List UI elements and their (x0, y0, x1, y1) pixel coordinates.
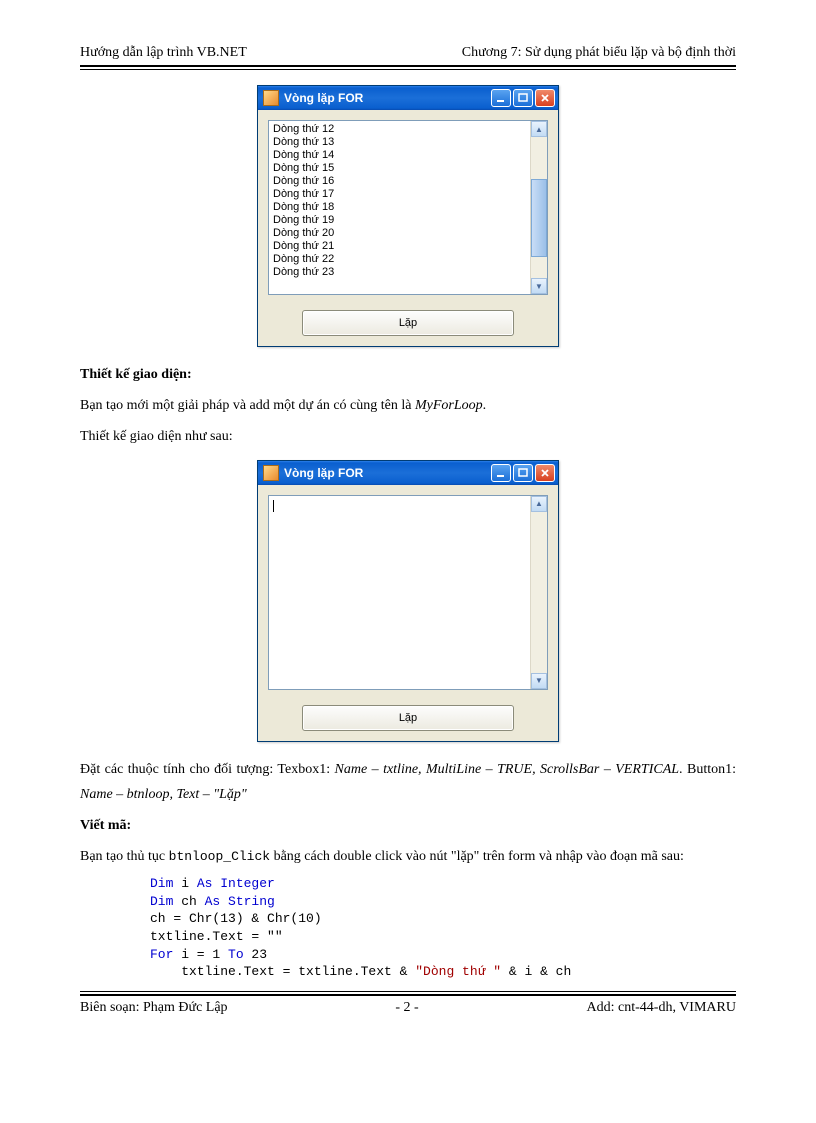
page-footer: Biên soạn: Phạm Đức Lập - 2 - Add: cnt-4… (80, 1000, 736, 1016)
maximize-button[interactable] (513, 464, 533, 482)
maximize-button[interactable] (513, 89, 533, 107)
loop-button-label: Lặp (399, 317, 417, 329)
header-rule (80, 65, 736, 70)
loop-button-label: Lặp (399, 712, 417, 724)
footer-center: - 2 - (395, 1000, 418, 1016)
form-window: Vòng lặp FOR Dòng thứ 12 Dòng thứ 13 Dòn… (257, 85, 559, 347)
paragraph-design: Thiết kế giao diện như sau: (80, 424, 736, 449)
scrollbar[interactable]: ▲ ▼ (530, 496, 547, 689)
close-button[interactable] (535, 464, 555, 482)
loop-button[interactable]: Lặp (302, 310, 514, 336)
paragraph-properties: Đặt các thuộc tính cho đối tượng: Texbox… (80, 757, 736, 807)
scroll-up-icon[interactable]: ▲ (531, 496, 547, 512)
textbox-content (269, 496, 530, 689)
paragraph-create: Bạn tạo mới một giải pháp và add một dự … (80, 393, 736, 418)
minimize-button[interactable] (491, 89, 511, 107)
scroll-track[interactable] (531, 137, 547, 278)
paragraph-proc: Bạn tạo thủ tục btnloop_Click bằng cách … (80, 844, 736, 869)
textbox-content: Dòng thứ 12 Dòng thứ 13 Dòng thứ 14 Dòng… (269, 121, 530, 294)
header-right: Chương 7: Sử dụng phát biểu lặp và bộ đị… (462, 45, 736, 61)
window-title: Vòng lặp FOR (284, 466, 489, 480)
scroll-up-icon[interactable]: ▲ (531, 121, 547, 137)
close-button[interactable] (535, 89, 555, 107)
scroll-thumb[interactable] (531, 179, 547, 257)
scroll-down-icon[interactable]: ▼ (531, 278, 547, 294)
footer-rule (80, 991, 736, 996)
scrollbar[interactable]: ▲ ▼ (530, 121, 547, 294)
footer-left: Biên soạn: Phạm Đức Lập (80, 1000, 228, 1016)
screenshot-2: Vòng lặp FOR ▲ ▼ (80, 460, 736, 742)
minimize-button[interactable] (491, 464, 511, 482)
scroll-track[interactable] (531, 512, 547, 673)
titlebar[interactable]: Vòng lặp FOR (258, 461, 558, 485)
heading-code: Viết mã: (80, 813, 736, 838)
textbox-txtline[interactable]: Dòng thứ 12 Dòng thứ 13 Dòng thứ 14 Dòng… (268, 120, 548, 295)
header-left: Hướng dẫn lập trình VB.NET (80, 45, 247, 61)
text-caret-icon (273, 500, 274, 512)
window-title: Vòng lặp FOR (284, 91, 489, 105)
textbox-txtline[interactable]: ▲ ▼ (268, 495, 548, 690)
loop-button[interactable]: Lặp (302, 705, 514, 731)
code-block: Dim i As Integer Dim ch As String ch = C… (150, 875, 736, 980)
heading-design: Thiết kế giao diện: (80, 362, 736, 387)
scroll-down-icon[interactable]: ▼ (531, 673, 547, 689)
titlebar[interactable]: Vòng lặp FOR (258, 86, 558, 110)
app-icon (263, 90, 279, 106)
app-icon (263, 465, 279, 481)
page-header: Hướng dẫn lập trình VB.NET Chương 7: Sử … (80, 45, 736, 61)
footer-right: Add: cnt-44-dh, VIMARU (587, 1000, 736, 1016)
form-window: Vòng lặp FOR ▲ ▼ (257, 460, 559, 742)
screenshot-1: Vòng lặp FOR Dòng thứ 12 Dòng thứ 13 Dòn… (80, 85, 736, 347)
